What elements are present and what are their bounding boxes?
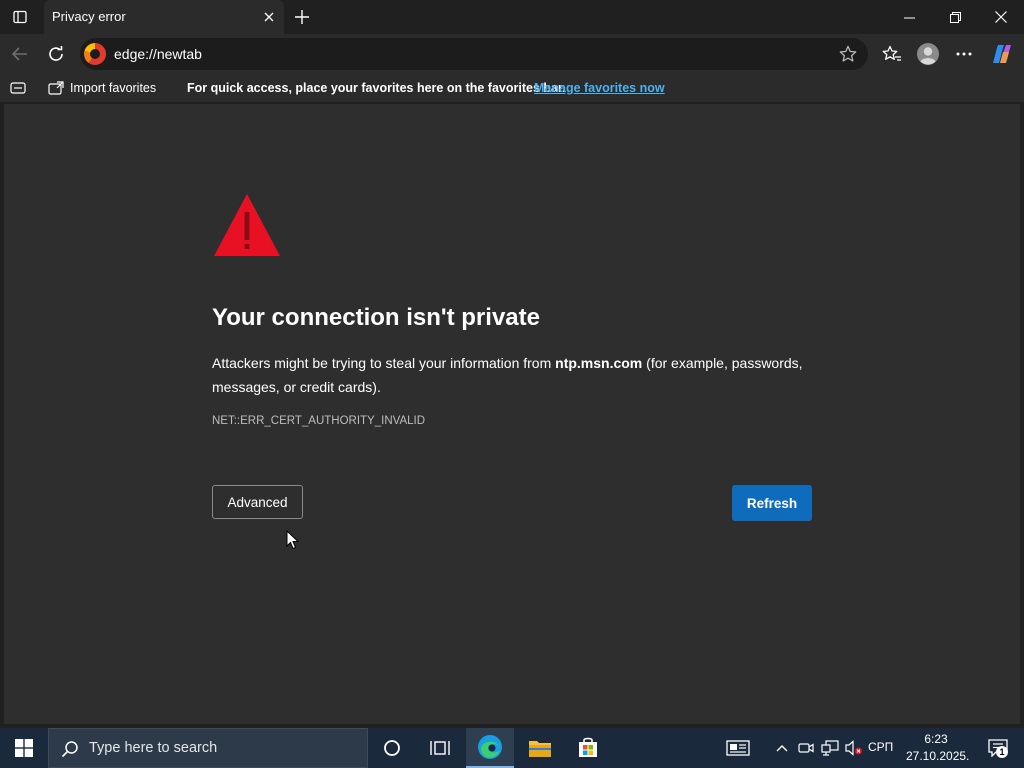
star-icon bbox=[839, 45, 857, 62]
folder-icon bbox=[529, 741, 551, 757]
back-arrow-icon bbox=[11, 47, 27, 61]
page-title: Your connection isn't private bbox=[212, 304, 540, 331]
new-tab-button[interactable] bbox=[290, 5, 314, 29]
reload-icon bbox=[49, 46, 63, 61]
reading-icon bbox=[10, 82, 26, 94]
search-placeholder: Type here to search bbox=[89, 740, 218, 756]
error-page: Your connection isn't private Attackers … bbox=[4, 104, 1020, 724]
cortana-icon bbox=[384, 740, 400, 756]
more-dots-icon bbox=[956, 52, 972, 56]
close-icon bbox=[264, 12, 274, 22]
address-bar[interactable]: edge://newtab bbox=[80, 38, 868, 70]
store-icon bbox=[579, 737, 597, 757]
favorites-icon bbox=[882, 45, 901, 61]
chevron-up-icon bbox=[776, 745, 788, 752]
volume-muted-icon bbox=[845, 740, 862, 756]
taskbar-search-box[interactable]: Type here to search bbox=[48, 728, 368, 768]
reload-button[interactable] bbox=[40, 38, 72, 70]
file-explorer-button[interactable] bbox=[516, 728, 564, 768]
description-text: Attackers might be trying to steal your … bbox=[212, 355, 556, 371]
camera-icon bbox=[798, 743, 814, 753]
close-window-button[interactable] bbox=[978, 0, 1024, 34]
refresh-button[interactable]: Refresh bbox=[732, 485, 812, 521]
edge-taskbar-app[interactable] bbox=[466, 728, 514, 768]
add-favorite-button[interactable] bbox=[836, 42, 860, 66]
network-button[interactable] bbox=[820, 728, 840, 768]
site-logo-icon[interactable] bbox=[84, 43, 106, 65]
error-code: NET::ERR_CERT_AUTHORITY_INVALID bbox=[212, 415, 426, 427]
address-text[interactable]: edge://newtab bbox=[114, 46, 202, 62]
description-domain: ntp.msn.com bbox=[555, 355, 643, 371]
copilot-icon bbox=[993, 45, 1011, 63]
tab-actions-button[interactable] bbox=[6, 4, 34, 30]
restore-button[interactable] bbox=[932, 0, 978, 34]
minimize-button[interactable] bbox=[886, 0, 932, 34]
import-icon bbox=[48, 81, 64, 95]
news-widget-button[interactable] bbox=[722, 728, 754, 768]
clock-date[interactable]: 27.10.2025. bbox=[906, 749, 969, 763]
mouse-cursor-icon bbox=[286, 530, 300, 550]
settings-more-button[interactable] bbox=[948, 38, 980, 70]
notification-count-badge: 1 bbox=[996, 746, 1008, 758]
plus-icon bbox=[295, 10, 309, 24]
news-icon bbox=[726, 740, 750, 756]
show-hidden-icons-button[interactable] bbox=[772, 728, 792, 768]
edge-icon bbox=[478, 735, 502, 759]
browser-toolbar: edge://newtab bbox=[0, 34, 1024, 74]
task-view-button[interactable] bbox=[416, 728, 464, 768]
avatar-icon bbox=[917, 43, 939, 65]
favorites-bar-menu-button[interactable] bbox=[8, 78, 28, 98]
start-button[interactable] bbox=[0, 728, 48, 768]
taskbar: Type here to search СРП 6:23 27.10.2025.… bbox=[0, 728, 1024, 768]
clock-time[interactable]: 6:23 bbox=[906, 732, 966, 746]
tab-title: Privacy error bbox=[52, 9, 126, 24]
warning-icon bbox=[214, 194, 280, 256]
network-icon bbox=[821, 740, 839, 756]
favorites-bar: Import favorites For quick access, place… bbox=[0, 74, 1024, 102]
profile-button[interactable] bbox=[912, 38, 944, 70]
error-description: Attackers might be trying to steal your … bbox=[212, 351, 812, 399]
import-favorites-label: Import favorites bbox=[70, 81, 157, 95]
favorites-bar-message: For quick access, place your favorites h… bbox=[187, 81, 566, 95]
tab-actions-icon bbox=[13, 10, 27, 24]
close-icon bbox=[995, 11, 1007, 23]
search-icon bbox=[61, 741, 78, 758]
microsoft-store-button[interactable] bbox=[564, 728, 612, 768]
tab-close-button[interactable] bbox=[260, 8, 278, 26]
back-button[interactable] bbox=[4, 38, 36, 70]
advanced-button[interactable]: Advanced bbox=[212, 485, 303, 519]
meet-now-button[interactable] bbox=[796, 728, 816, 768]
input-language-indicator[interactable]: СРП bbox=[868, 740, 893, 754]
minimize-icon bbox=[903, 17, 915, 18]
copilot-button[interactable] bbox=[986, 38, 1018, 70]
browser-tab[interactable]: Privacy error bbox=[44, 0, 284, 34]
restore-icon bbox=[949, 11, 961, 23]
manage-favorites-link[interactable]: Manage favorites now bbox=[534, 81, 665, 95]
favorites-button[interactable] bbox=[876, 38, 908, 70]
cortana-button[interactable] bbox=[368, 728, 416, 768]
volume-button[interactable] bbox=[844, 728, 864, 768]
import-favorites-button[interactable]: Import favorites bbox=[48, 77, 156, 99]
windows-logo-icon bbox=[15, 739, 33, 757]
title-bar: Privacy error bbox=[0, 0, 1024, 34]
task-view-icon bbox=[430, 741, 450, 755]
